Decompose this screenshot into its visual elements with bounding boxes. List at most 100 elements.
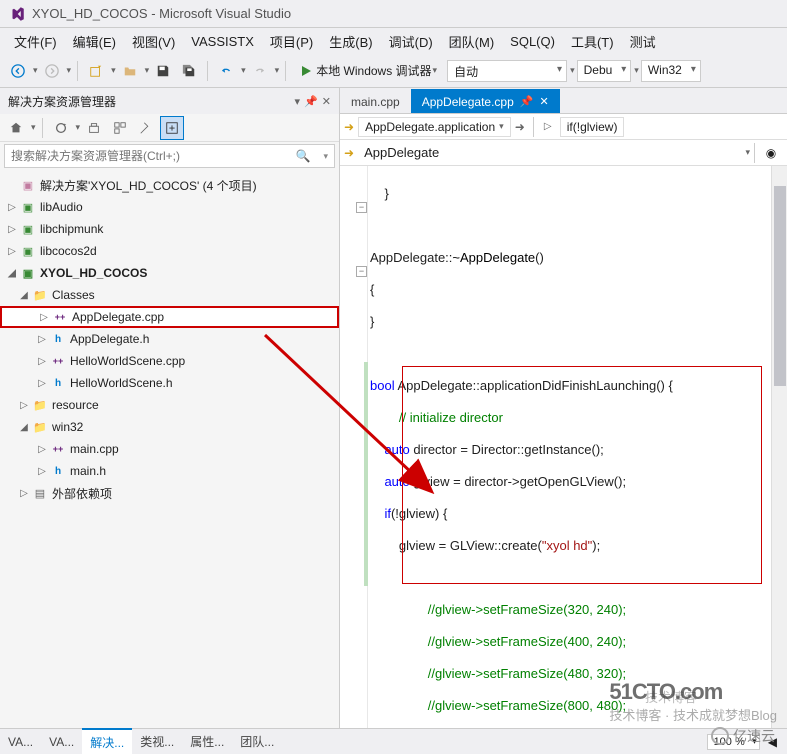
build-config-dd[interactable]: ▾ xyxy=(634,65,639,76)
redo-dd[interactable]: ▾ xyxy=(275,65,280,76)
fold-icon[interactable]: − xyxy=(356,202,367,213)
new-project-dd[interactable]: ▾ xyxy=(111,65,116,76)
nav-marker-icon[interactable]: ➜ xyxy=(344,120,354,134)
home-button[interactable] xyxy=(4,116,28,140)
build-config-combo[interactable]: Debu xyxy=(577,60,632,82)
scope-marker-icon[interactable]: ➜ xyxy=(344,146,354,160)
solution-root[interactable]: ▣解决方案'XYOL_HD_COCOS' (4 个项目) xyxy=(0,174,339,196)
show-all-button[interactable] xyxy=(108,116,132,140)
file-main-cpp[interactable]: ▷++main.cpp xyxy=(0,438,339,460)
scope-extra-button[interactable]: ◉ xyxy=(759,141,783,165)
project-libcocos2d[interactable]: ▷▣libcocos2d xyxy=(0,240,339,262)
panel-close-icon[interactable]: ✕ xyxy=(322,95,331,108)
start-debug-button[interactable]: 本地 Windows 调试器 ▾ xyxy=(292,60,445,81)
save-all-button[interactable] xyxy=(177,59,201,83)
folder-icon: 📁 xyxy=(32,419,48,435)
debug-config-combo[interactable]: 自动 xyxy=(447,60,567,82)
btab-classview[interactable]: 类视... xyxy=(132,729,182,754)
tab-appdelegate-cpp[interactable]: AppDelegate.cpp 📌 ✕ xyxy=(411,89,560,113)
menu-vassistx[interactable]: VASSISTX xyxy=(183,30,262,53)
editor-tabs: main.cpp AppDelegate.cpp 📌 ✕ xyxy=(340,88,787,114)
menu-test[interactable]: 测试 xyxy=(622,28,664,55)
external-deps[interactable]: ▷▤外部依赖项 xyxy=(0,482,339,504)
solution-toolbar: ▾ ▾ xyxy=(0,114,339,142)
reference-icon: ▤ xyxy=(32,485,48,501)
solution-search-input[interactable] xyxy=(5,147,290,165)
btab-team[interactable]: 团队... xyxy=(232,729,282,754)
file-hws-cpp[interactable]: ▷++HelloWorldScene.cpp xyxy=(0,350,339,372)
refresh-button[interactable] xyxy=(82,116,106,140)
menu-debug[interactable]: 调试(D) xyxy=(381,28,441,55)
undo-dd[interactable]: ▾ xyxy=(241,65,246,76)
btab-properties[interactable]: 属性... xyxy=(182,729,232,754)
panel-title: 解决方案资源管理器 ▾ 📌 ✕ xyxy=(0,88,339,114)
nav-back-button[interactable] xyxy=(6,59,30,83)
open-button[interactable] xyxy=(118,59,142,83)
cpp-file-icon: ++ xyxy=(52,309,68,325)
file-main-h[interactable]: ▷hmain.h xyxy=(0,460,339,482)
project-icon: ▣ xyxy=(20,265,36,281)
code-editor[interactable]: − − } AppDelegate::~AppDelegate() { } bo… xyxy=(340,166,787,728)
new-project-button[interactable] xyxy=(84,59,108,83)
nav-back-dd[interactable]: ▾ xyxy=(33,65,38,76)
class-scope-combo[interactable]: AppDelegate xyxy=(358,143,744,162)
editor-panel: main.cpp AppDelegate.cpp 📌 ✕ ➜ AppDelega… xyxy=(340,88,787,728)
save-button[interactable] xyxy=(151,59,175,83)
menu-team[interactable]: 团队(M) xyxy=(441,28,503,55)
file-hws-h[interactable]: ▷hHelloWorldScene.h xyxy=(0,372,339,394)
bottom-tabs: VA... VA... 解决... 类视... 属性... 团队... 100 … xyxy=(0,728,787,754)
btab-va1[interactable]: VA... xyxy=(0,731,41,753)
menu-sql[interactable]: SQL(Q) xyxy=(502,30,563,53)
file-appdelegate-h[interactable]: ▷hAppDelegate.h xyxy=(0,328,339,350)
menu-view[interactable]: 视图(V) xyxy=(124,28,183,55)
btab-va2[interactable]: VA... xyxy=(41,731,82,753)
scope-combo-2[interactable]: if(!glview) xyxy=(560,117,625,137)
menu-build[interactable]: 生成(B) xyxy=(321,28,380,55)
collapse-button[interactable] xyxy=(160,116,184,140)
solution-search[interactable]: 🔍 ▾ xyxy=(4,144,335,168)
nav-fwd-dd[interactable]: ▾ xyxy=(67,65,72,76)
fold-icon[interactable]: − xyxy=(356,266,367,277)
nav-go-icon[interactable]: ➜ xyxy=(515,120,525,134)
debug-config-dd[interactable]: ▾ xyxy=(570,65,575,76)
redo-button[interactable] xyxy=(248,59,272,83)
properties-button[interactable] xyxy=(134,116,158,140)
menu-bar: 文件(F) 编辑(E) 视图(V) VASSISTX 项目(P) 生成(B) 调… xyxy=(0,28,787,54)
project-active[interactable]: ◢▣XYOL_HD_COCOS xyxy=(0,262,339,284)
vertical-scrollbar[interactable] xyxy=(771,166,787,728)
menu-tools[interactable]: 工具(T) xyxy=(563,28,622,55)
solution-tree[interactable]: ▣解决方案'XYOL_HD_COCOS' (4 个项目) ▷▣libAudio … xyxy=(0,170,339,728)
scope-bar: ➜ AppDelegate ▾ ◉ xyxy=(340,140,787,166)
menu-edit[interactable]: 编辑(E) xyxy=(65,28,124,55)
undo-button[interactable] xyxy=(214,59,238,83)
scroll-thumb[interactable] xyxy=(774,186,786,386)
panel-pin-icon[interactable]: 📌 xyxy=(304,95,318,108)
h-file-icon: h xyxy=(50,463,66,479)
menu-project[interactable]: 项目(P) xyxy=(262,28,321,55)
folder-win32[interactable]: ◢📁win32 xyxy=(0,416,339,438)
project-icon: ▣ xyxy=(20,243,36,259)
pin-icon[interactable]: 📌 xyxy=(520,95,534,108)
project-libaudio[interactable]: ▷▣libAudio xyxy=(0,196,339,218)
nav-fwd-button[interactable] xyxy=(40,59,64,83)
main-toolbar: ▾ ▾ ▾ ▾ ▾ ▾ 本地 Windows 调试器 ▾ 自动 ▾ Debu ▾… xyxy=(0,54,787,88)
btab-solution[interactable]: 解决... xyxy=(82,728,132,755)
menu-file[interactable]: 文件(F) xyxy=(6,28,65,55)
code-content[interactable]: } AppDelegate::~AppDelegate() { } bool A… xyxy=(370,170,724,728)
nav-bar: ➜ AppDelegate.application▾ ➜ ▷ if(!glvie… xyxy=(340,114,787,140)
file-appdelegate-cpp[interactable]: ▷++AppDelegate.cpp xyxy=(0,306,339,328)
search-icon[interactable]: 🔍 xyxy=(290,149,317,163)
tab-main-cpp[interactable]: main.cpp xyxy=(340,89,411,113)
open-dd[interactable]: ▾ xyxy=(145,65,150,76)
scope-combo-1[interactable]: AppDelegate.application▾ xyxy=(358,117,511,137)
solution-explorer-panel: 解决方案资源管理器 ▾ 📌 ✕ ▾ ▾ 🔍 ▾ ▣解决方案'XYOL_HD_CO… xyxy=(0,88,340,728)
close-icon[interactable]: ✕ xyxy=(539,95,548,108)
folder-resource[interactable]: ▷📁resource xyxy=(0,394,339,416)
platform-combo[interactable]: Win32 xyxy=(641,60,701,82)
folder-classes[interactable]: ◢📁Classes xyxy=(0,284,339,306)
folder-icon: 📁 xyxy=(32,287,48,303)
sync-button[interactable] xyxy=(49,116,73,140)
panel-dropdown-icon[interactable]: ▾ xyxy=(295,95,301,108)
project-libchipmunk[interactable]: ▷▣libchipmunk xyxy=(0,218,339,240)
h-file-icon: h xyxy=(50,331,66,347)
